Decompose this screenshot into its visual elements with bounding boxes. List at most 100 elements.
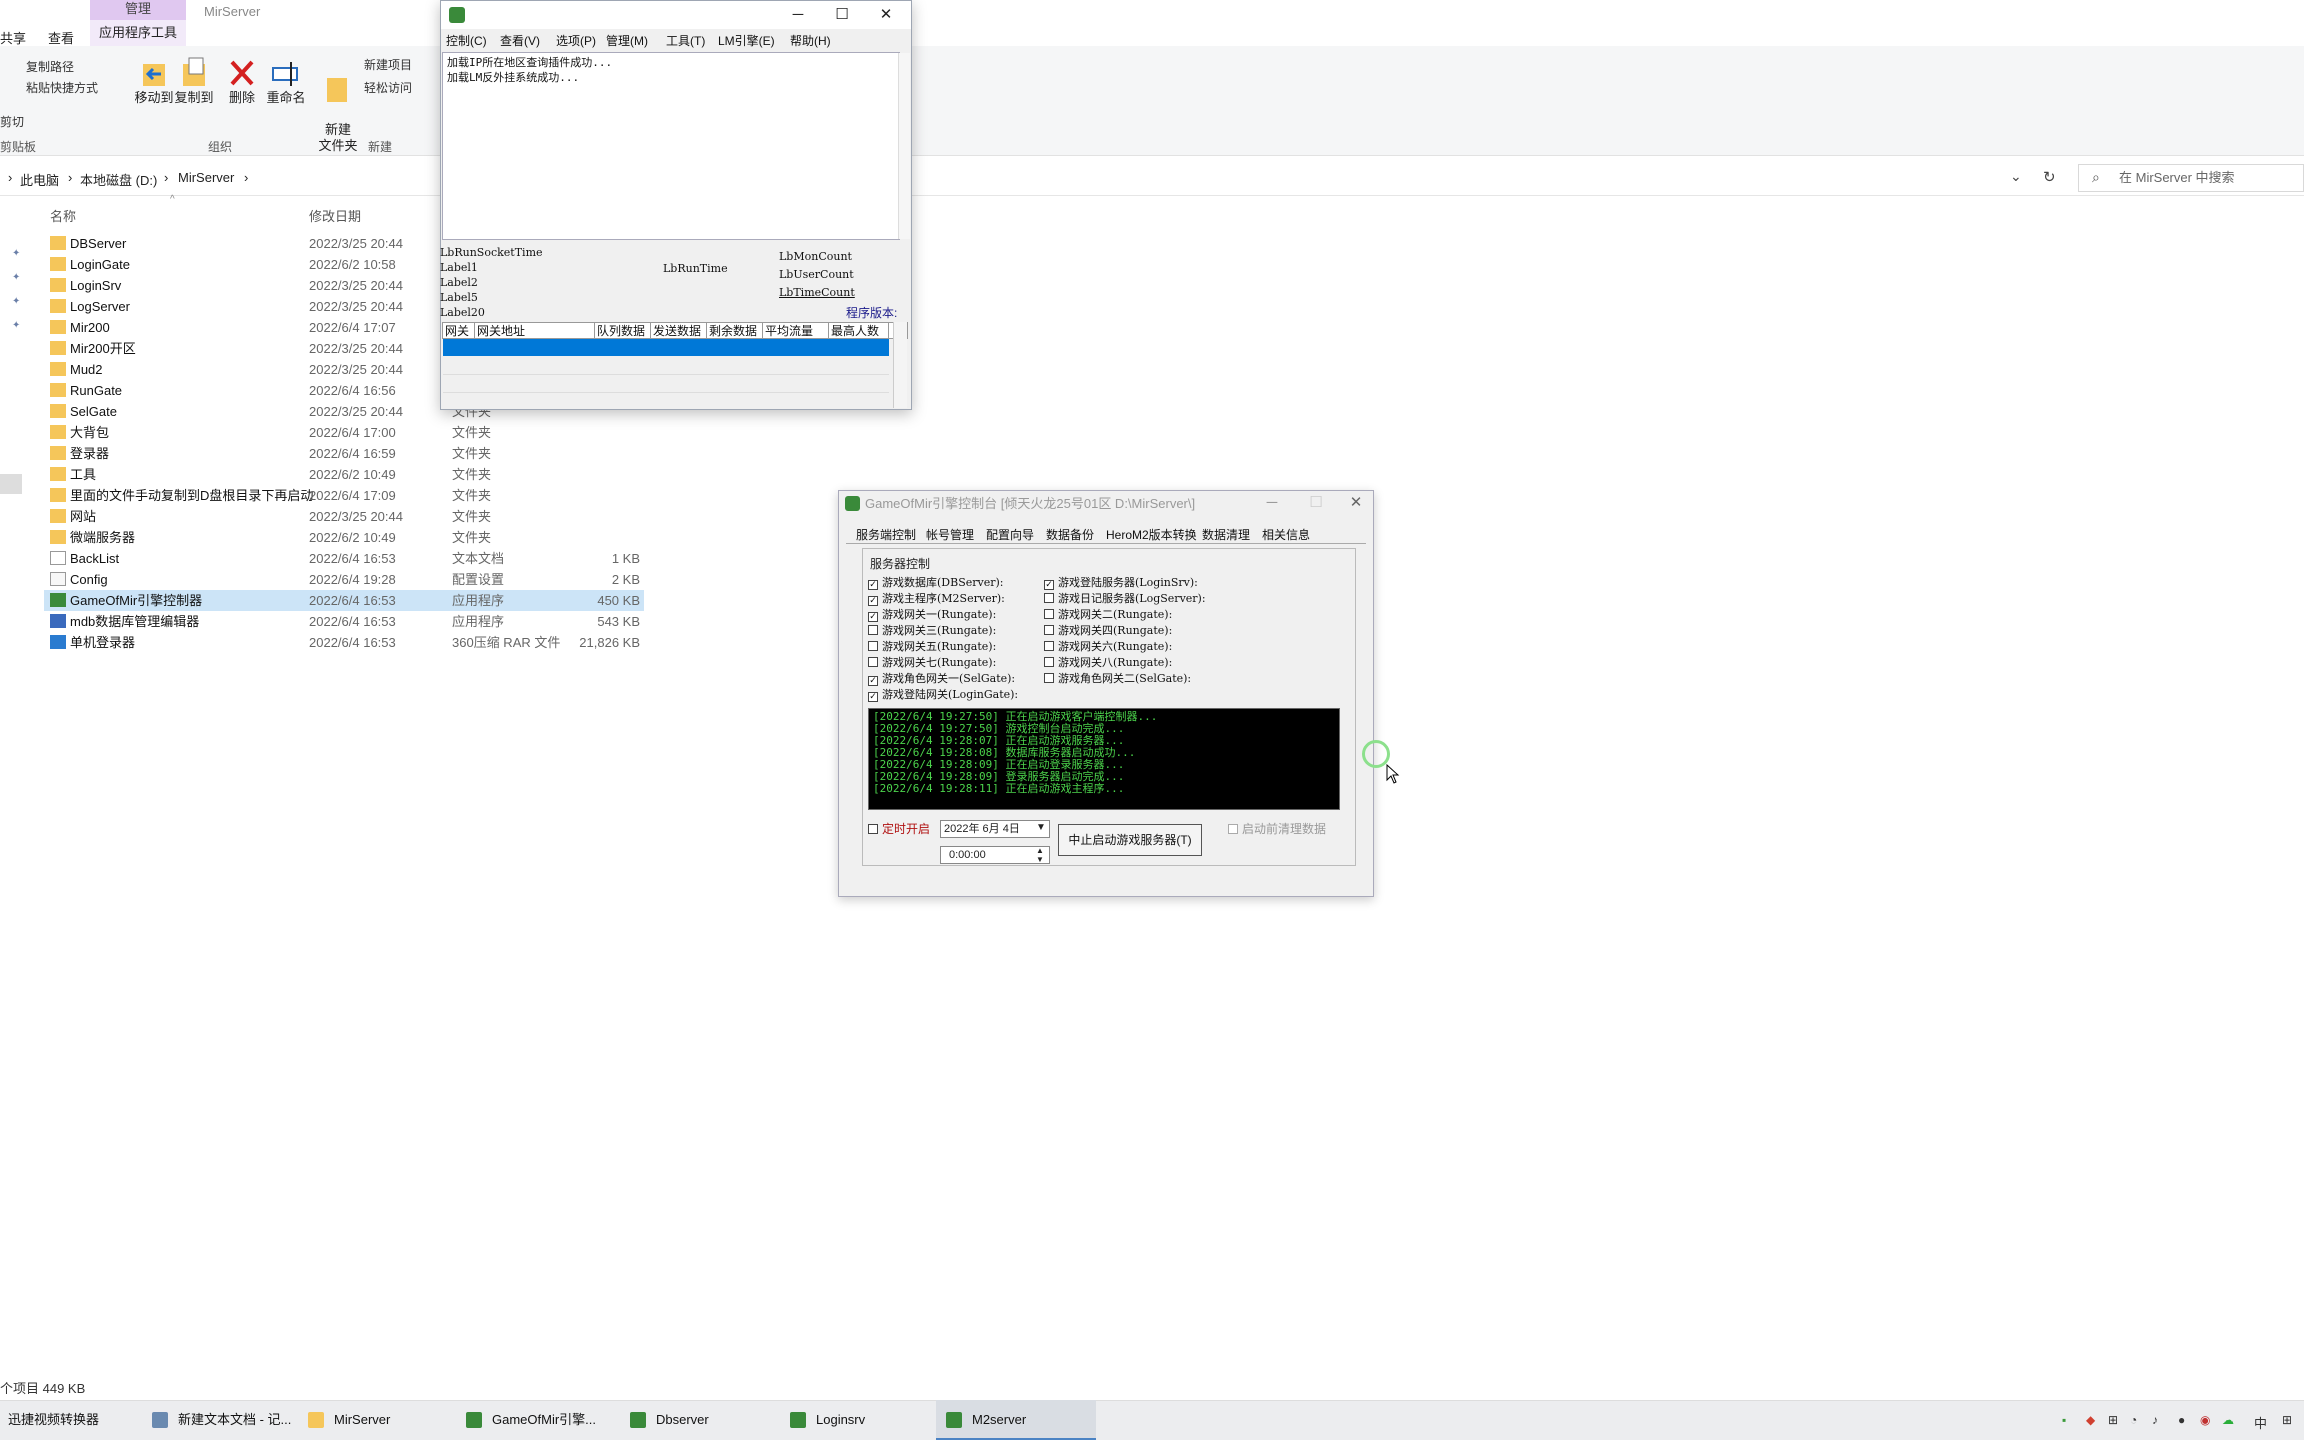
m2-menu-item[interactable]: 查看(V) — [500, 32, 540, 49]
m2-menu-item[interactable]: 工具(T) — [666, 32, 705, 49]
server-checkbox[interactable]: 游戏网关七(Rungate): — [868, 656, 996, 670]
tray-mic-icon[interactable]: ● — [2178, 1413, 2185, 1427]
server-checkbox[interactable]: ✓ 游戏登陆服务器(LoginSrv): — [1044, 576, 1198, 590]
tray-grid-icon[interactable]: ⊞ — [2282, 1413, 2292, 1427]
close-icon[interactable]: ✕ — [1341, 493, 1371, 513]
gom-log-output[interactable]: [2022/6/4 19:27:50] 正在启动游戏客户端控制器... [202… — [868, 708, 1340, 810]
new-folder-button[interactable]: 新建 文件夹 — [316, 56, 360, 154]
dropdown-arrow-icon[interactable]: ▼ — [1036, 822, 1046, 833]
breadcrumb-mirserver[interactable]: MirServer — [178, 170, 234, 185]
server-checkbox[interactable]: 游戏网关二(Rungate): — [1044, 608, 1172, 622]
log-scrollbar[interactable] — [898, 53, 910, 239]
paste-shortcut-button[interactable]: 粘贴快捷方式 — [26, 79, 98, 96]
file-row[interactable]: 登录器 2022/6/4 16:59 文件夹 — [44, 443, 644, 464]
tray-network-icon[interactable]: ⊞ — [2108, 1413, 2118, 1427]
minimize-icon[interactable]: ─ — [783, 5, 813, 25]
maximize-icon[interactable]: ☐ — [827, 5, 857, 25]
grid-column-header[interactable]: 剩余数据 — [707, 323, 763, 339]
taskbar-item[interactable]: GameOfMir引擎... — [456, 1400, 618, 1440]
gom-tab[interactable]: 服务端控制 — [856, 526, 916, 543]
server-checkbox[interactable]: 游戏网关三(Rungate): — [868, 624, 996, 638]
new-item-button[interactable]: 新建项目 — [364, 56, 412, 73]
breadcrumb-this-pc[interactable]: 此电脑 — [20, 170, 59, 189]
server-checkbox[interactable]: 游戏网关五(Rungate): — [868, 640, 996, 654]
m2-log-output[interactable]: 加载IP所在地区查询插件成功... 加载LM反外挂系统成功... — [442, 52, 900, 240]
server-checkbox[interactable]: ✓ 游戏角色网关一(SelGate): — [868, 672, 1015, 686]
grid-column-header[interactable]: 网关 — [443, 323, 475, 339]
file-row[interactable]: 单机登录器 2022/6/4 16:53 360压缩 RAR 文件 21,826 KB — [44, 632, 644, 653]
file-row[interactable]: BackList 2022/6/4 16:53 文本文档 1 KB — [44, 548, 644, 569]
m2-menu-item[interactable]: 选项(P) — [556, 32, 596, 49]
ribbon-tab-share[interactable]: 共享 — [0, 28, 26, 47]
ribbon-tab-view[interactable]: 查看 — [48, 28, 74, 47]
taskbar-item[interactable]: Dbserver — [620, 1400, 778, 1440]
minimize-icon[interactable]: ─ — [1257, 493, 1287, 513]
close-icon[interactable]: ✕ — [871, 5, 901, 25]
delete-button[interactable]: 删除 — [222, 56, 262, 106]
m2-menu-item[interactable]: LM引擎(E) — [718, 32, 775, 49]
date-picker[interactable]: 2022年 6月 4日 — [940, 820, 1050, 838]
server-checkbox[interactable]: 游戏日记服务器(LogServer): — [1044, 592, 1206, 606]
gom-title-bar[interactable]: GameOfMir引擎控制台 [倾天火龙25号01区 D:\MirServer\… — [839, 491, 1373, 517]
time-picker[interactable]: 0:00:00 — [940, 846, 1050, 864]
tray-volume-icon[interactable]: ♪ — [2152, 1413, 2158, 1427]
search-input[interactable]: 在 MirServer 中搜索 — [2078, 164, 2304, 192]
address-bar[interactable] — [0, 160, 2304, 196]
file-row[interactable]: 工具 2022/6/2 10:49 文件夹 — [44, 464, 644, 485]
cut-button[interactable]: 剪切 — [0, 113, 24, 130]
tray-security-icon[interactable]: ◉ — [2200, 1413, 2210, 1427]
file-row[interactable]: mdb数据库管理编辑器 2022/6/4 16:53 应用程序 543 KB — [44, 611, 644, 632]
m2-menu-item[interactable]: 控制(C) — [446, 32, 487, 49]
m2-menu-item[interactable]: 帮助(H) — [790, 32, 831, 49]
server-checkbox[interactable]: ✓ 游戏数据库(DBServer): — [868, 576, 1003, 590]
column-header-date[interactable]: 修改日期 — [309, 206, 361, 225]
refresh-icon[interactable]: ↻ — [2043, 168, 2056, 186]
tray-nvidia-icon[interactable]: ▪ — [2062, 1413, 2066, 1427]
ribbon-tab-app-tools[interactable]: 应用程序工具 — [90, 20, 186, 46]
grid-column-header[interactable]: 网关地址 — [475, 323, 595, 339]
easy-access-button[interactable]: 轻松访问 — [364, 79, 412, 96]
tray-wifi-icon[interactable]: ◔ — [2130, 1413, 2137, 1427]
server-checkbox[interactable]: 游戏网关六(Rungate): — [1044, 640, 1172, 654]
gateway-grid-selected-row[interactable] — [443, 339, 889, 356]
grid-column-header[interactable]: 发送数据 — [651, 323, 707, 339]
column-header-name[interactable]: 名称 — [50, 206, 76, 225]
nav-pane-selected[interactable] — [0, 474, 22, 494]
server-checkbox[interactable]: ✓ 游戏主程序(M2Server): — [868, 592, 1005, 606]
gom-tab[interactable]: 配置向导 — [986, 526, 1034, 543]
taskbar-item[interactable]: MirServer — [298, 1400, 454, 1440]
taskbar-item[interactable]: Loginsrv — [780, 1400, 934, 1440]
file-row[interactable]: GameOfMir引擎控制器 2022/6/4 16:53 应用程序 450 KB — [44, 590, 644, 611]
server-checkbox[interactable]: 游戏角色网关二(SelGate): — [1044, 672, 1191, 686]
server-checkbox[interactable]: 游戏网关四(Rungate): — [1044, 624, 1172, 638]
file-row[interactable]: 网站 2022/3/25 20:44 文件夹 — [44, 506, 644, 527]
grid-column-header[interactable]: 平均流量 — [763, 323, 829, 339]
rename-button[interactable]: 重命名 — [264, 56, 308, 106]
tray-app-icon[interactable]: ◆ — [2086, 1413, 2095, 1427]
timer-start-checkbox[interactable]: 定时开启 — [868, 822, 930, 836]
server-checkbox[interactable]: ✓ 游戏网关一(Rungate): — [868, 608, 996, 622]
grid-column-header[interactable]: 队列数据 — [595, 323, 651, 339]
taskbar-item[interactable]: 新建文本文档 - 记... — [142, 1400, 296, 1440]
taskbar-item[interactable]: M2server — [936, 1400, 1096, 1440]
gom-tab[interactable]: 相关信息 — [1262, 526, 1310, 543]
chevron-down-icon[interactable]: ⌄ — [2010, 168, 2022, 185]
file-row[interactable]: 大背包 2022/6/4 17:00 文件夹 — [44, 422, 644, 443]
stop-start-server-button[interactable]: 中止启动游戏服务器(T) — [1058, 824, 1202, 856]
copy-path-button[interactable]: 复制路径 — [26, 58, 74, 75]
grid-column-header[interactable]: 最高人数 — [829, 323, 889, 339]
breadcrumb-drive-d[interactable]: 本地磁盘 (D:) — [80, 170, 157, 189]
server-checkbox[interactable]: ✓ 游戏登陆网关(LoginGate): — [868, 688, 1018, 702]
move-to-button[interactable]: 移动到 — [132, 56, 176, 106]
gom-tab[interactable]: HeroM2版本转换 — [1106, 526, 1197, 543]
grid-scrollbar[interactable] — [893, 322, 907, 408]
gom-tab[interactable]: 数据备份 — [1046, 526, 1094, 543]
file-row[interactable]: 里面的文件手动复制到D盘根目录下再启动 2022/6/4 17:09 文件夹 — [44, 485, 644, 506]
tray-ime-indicator[interactable]: 中 — [2254, 1413, 2267, 1432]
spinner-icon[interactable]: ▲ ▼ — [1036, 846, 1044, 864]
file-row[interactable]: 微端服务器 2022/6/2 10:49 文件夹 — [44, 527, 644, 548]
m2-menu-item[interactable]: 管理(M) — [606, 32, 648, 49]
file-row[interactable]: Config 2022/6/4 19:28 配置设置 2 KB — [44, 569, 644, 590]
taskbar-item[interactable]: 迅捷视频转换器 — [0, 1400, 140, 1440]
gom-tab[interactable]: 帐号管理 — [926, 526, 974, 543]
